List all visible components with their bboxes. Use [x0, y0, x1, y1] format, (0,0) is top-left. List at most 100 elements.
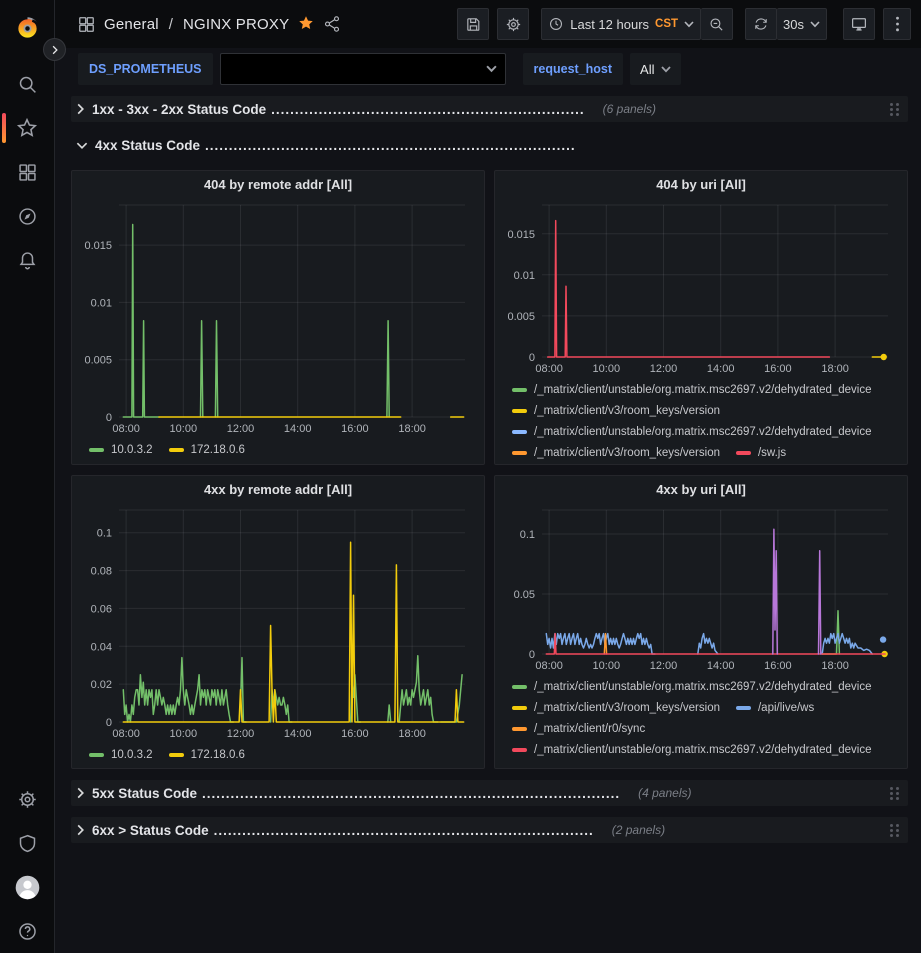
favorite-star-button[interactable]: [297, 14, 315, 35]
legend-item[interactable]: /_matrix/client/r0/sync: [512, 718, 645, 739]
sidebar-item-profile[interactable]: [0, 865, 55, 909]
panel-title[interactable]: 404 by uri [All]: [500, 171, 902, 197]
dashboard-title[interactable]: NGINX PROXY: [183, 16, 289, 33]
share-button[interactable]: [323, 15, 341, 33]
dashboard-row-5xx[interactable]: 5xx Status Code ........................…: [71, 780, 908, 806]
panel-legend: /_matrix/client/unstable/org.matrix.msc2…: [500, 379, 902, 463]
refresh-button[interactable]: [745, 8, 777, 40]
grafana-logo-icon: [14, 15, 41, 42]
svg-text:18:00: 18:00: [398, 423, 426, 435]
datasource-variable-label[interactable]: DS_PROMETHEUS: [78, 53, 213, 85]
clock-icon: [548, 16, 564, 32]
legend-label: /_matrix/client/v3/room_keys/version: [534, 447, 720, 459]
chevron-right-icon: [76, 103, 85, 115]
star-filled-icon: [297, 14, 315, 32]
svg-text:0: 0: [106, 717, 112, 729]
legend-item[interactable]: /_matrix/client/unstable/org.matrix.msc2…: [512, 379, 872, 400]
legend-label: /_matrix/client/unstable/org.matrix.msc2…: [534, 744, 872, 756]
legend-label: 10.0.3.2: [111, 749, 153, 761]
main-area: General / NGINX PROXY: [55, 0, 921, 953]
row-drag-handle[interactable]: [888, 785, 902, 802]
row-drag-handle[interactable]: [888, 101, 902, 118]
save-dashboard-button[interactable]: [457, 8, 489, 40]
sidebar-item-configuration[interactable]: [0, 777, 55, 821]
row-title: 1xx - 3xx - 2xx Status Code: [92, 102, 266, 117]
timeseries-chart[interactable]: 08:0010:0012:0014:0016:0018:0000.0050.01…: [500, 197, 902, 377]
legend-item[interactable]: /_matrix/client/v3/room_keys/version: [512, 697, 720, 718]
panel-title[interactable]: 404 by remote addr [All]: [77, 171, 479, 197]
request-host-variable-select[interactable]: All: [630, 53, 681, 85]
dashboard-row-1xx-3xx-2xx[interactable]: 1xx - 3xx - 2xx Status Code ............…: [71, 96, 908, 122]
legend-item[interactable]: /_matrix/client/unstable/org.matrix.msc2…: [512, 676, 872, 697]
sidebar-item-dashboards[interactable]: [0, 150, 55, 194]
sidebar: [0, 0, 55, 953]
svg-text:16:00: 16:00: [764, 660, 792, 672]
legend-swatch: [512, 706, 527, 710]
time-range-picker[interactable]: Last 12 hours CST: [541, 8, 701, 40]
panel-legend: 10.0.3.2 172.18.0.6: [77, 439, 479, 463]
svg-text:16:00: 16:00: [341, 728, 369, 740]
svg-text:10:00: 10:00: [593, 660, 621, 672]
cycle-view-mode-button[interactable]: [843, 8, 875, 40]
sidebar-item-server-admin[interactable]: [0, 821, 55, 865]
svg-text:14:00: 14:00: [284, 728, 312, 740]
gear-icon: [505, 16, 522, 33]
request-host-variable-label[interactable]: request_host: [523, 53, 624, 85]
breadcrumb-separator: /: [169, 16, 173, 33]
legend-label: 172.18.0.6: [191, 749, 245, 761]
panel-404-by-remote-addr: 404 by remote addr [All] 08:0010:0012:00…: [71, 170, 485, 465]
svg-text:14:00: 14:00: [707, 660, 735, 672]
dashboard-row-6xx[interactable]: 6xx > Status Code ......................…: [71, 817, 908, 843]
panel-legend: /_matrix/client/unstable/org.matrix.msc2…: [500, 676, 902, 768]
legend-item[interactable]: /_matrix/client/v3/room_keys/version: [512, 442, 720, 463]
dashboard-row-4xx[interactable]: 4xx Status Code ........................…: [71, 132, 908, 158]
bell-icon: [17, 250, 38, 271]
sidebar-item-starred[interactable]: [0, 106, 55, 150]
svg-text:0.08: 0.08: [91, 566, 112, 578]
svg-text:0.06: 0.06: [91, 603, 112, 615]
row-drag-handle[interactable]: [888, 822, 902, 839]
timeseries-chart[interactable]: 08:0010:0012:0014:0016:0018:0000.020.040…: [77, 502, 479, 742]
legend-item[interactable]: /sw.js: [736, 442, 786, 463]
legend-swatch: [512, 451, 527, 455]
legend-label: /_matrix/client/unstable/org.matrix.msc2…: [534, 384, 872, 396]
refresh-icon: [753, 16, 769, 32]
expand-sidebar-button[interactable]: [43, 38, 66, 61]
svg-text:0: 0: [106, 412, 112, 424]
legend-item[interactable]: /api/live/ws: [736, 697, 814, 718]
panel-title[interactable]: 4xx by remote addr [All]: [77, 476, 479, 502]
sidebar-item-search[interactable]: [0, 62, 55, 106]
legend-item[interactable]: /_matrix/client/unstable/org.matrix.msc2…: [512, 421, 872, 442]
dashboard-settings-button[interactable]: [497, 8, 529, 40]
timeseries-chart[interactable]: 08:0010:0012:0014:0016:0018:0000.050.1: [500, 502, 902, 674]
more-options-button[interactable]: [883, 8, 911, 40]
refresh-controls: 30s: [745, 8, 827, 40]
row-title-dots: ........................................…: [202, 786, 620, 801]
svg-text:0.05: 0.05: [514, 589, 535, 601]
breadcrumb-folder[interactable]: General: [104, 16, 159, 33]
zoom-out-time-button[interactable]: [701, 8, 733, 40]
legend-item[interactable]: 172.18.0.6: [169, 439, 245, 460]
svg-text:14:00: 14:00: [707, 363, 735, 375]
svg-text:0.01: 0.01: [514, 270, 535, 282]
compass-icon: [17, 206, 38, 227]
panel-title[interactable]: 4xx by uri [All]: [500, 476, 902, 502]
legend-item[interactable]: /_matrix/client/unstable/org.matrix.msc2…: [512, 739, 872, 760]
legend-item[interactable]: 172.18.0.6: [169, 744, 245, 765]
legend-swatch: [89, 753, 104, 757]
legend-swatch: [512, 685, 527, 689]
timeseries-chart[interactable]: 08:0010:0012:0014:0016:0018:0000.0050.01…: [77, 197, 479, 437]
sidebar-item-help[interactable]: [0, 909, 55, 953]
sidebar-item-alerting[interactable]: [0, 238, 55, 282]
legend-item[interactable]: 10.0.3.2: [89, 744, 153, 765]
chevron-right-icon: [76, 787, 85, 799]
search-icon: [17, 74, 38, 95]
legend-item[interactable]: 10.0.3.2: [89, 439, 153, 460]
legend-item[interactable]: /_matrix/client/v3/room_keys/version: [512, 400, 720, 421]
refresh-interval-picker[interactable]: 30s: [777, 8, 827, 40]
row-panel-count: (2 panels): [612, 823, 665, 837]
sidebar-item-explore[interactable]: [0, 194, 55, 238]
svg-text:0.005: 0.005: [507, 311, 535, 323]
datasource-variable-select[interactable]: [220, 53, 506, 85]
legend-swatch: [736, 706, 751, 710]
